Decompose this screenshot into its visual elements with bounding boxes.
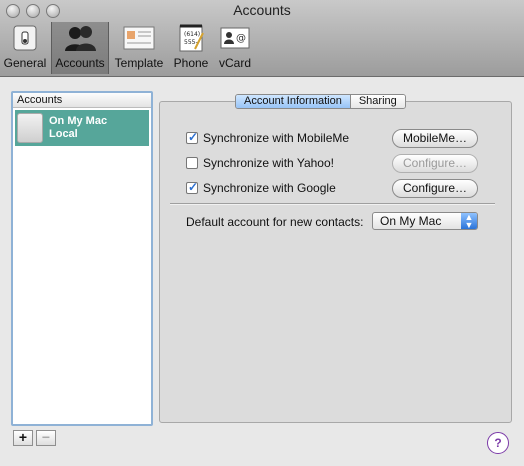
toolbar-template[interactable]: Template	[113, 22, 165, 74]
divider	[170, 203, 495, 204]
account-subtitle: Local	[49, 128, 78, 140]
add-account-button[interactable]: +	[13, 430, 33, 446]
yahoo-configure-button[interactable]: Configure…	[392, 154, 478, 173]
toolbar-general-label: General	[3, 56, 47, 70]
account-details-panel	[159, 101, 512, 423]
titlebar-toolbar: Accounts General Accounts Template (614)…	[0, 0, 524, 77]
sync-mobileme-row: Synchronize with MobileMe	[186, 130, 350, 145]
toolbar-phone-label: Phone	[173, 56, 209, 70]
sync-google-label: Synchronize with Google	[203, 181, 336, 195]
toolbar-vcard-label: vCard	[218, 56, 251, 70]
toolbar-accounts-label: Accounts	[55, 56, 105, 70]
vcard-icon: @	[218, 22, 252, 54]
default-account-label: Default account for new contacts:	[186, 215, 364, 229]
switch-icon	[8, 22, 42, 54]
default-account-popup[interactable]: On My Mac ▲ ▼	[372, 212, 478, 230]
template-icon	[122, 22, 156, 54]
toolbar-accounts[interactable]: Accounts	[51, 22, 109, 74]
phone-notepad-icon: (614) 555-	[174, 22, 208, 54]
sync-yahoo-row: Synchronize with Yahoo!	[186, 156, 334, 170]
toolbar-template-label: Template	[114, 56, 164, 70]
help-button[interactable]: ?	[487, 432, 509, 454]
sync-mobileme-checkbox[interactable]	[186, 130, 198, 144]
accounts-list-header: Accounts	[13, 93, 151, 108]
toolbar-general[interactable]: General	[3, 22, 47, 74]
accounts-preferences-window: Accounts General Accounts Template (614)…	[0, 0, 524, 466]
accounts-list[interactable]: Accounts On My Mac Local	[11, 91, 153, 426]
tab-control: Account Information Sharing	[235, 94, 406, 109]
tab-sharing[interactable]: Sharing	[350, 95, 405, 108]
sync-yahoo-label: Synchronize with Yahoo!	[203, 156, 334, 170]
mac-pro-icon	[17, 113, 43, 143]
toolbar-vcard[interactable]: @ vCard	[215, 22, 255, 74]
tab-account-information[interactable]: Account Information	[236, 95, 351, 108]
sync-yahoo-checkbox[interactable]	[186, 157, 198, 169]
mobileme-button[interactable]: MobileMe…	[392, 129, 478, 148]
toolbar-phone[interactable]: (614) 555- Phone	[171, 22, 211, 74]
people-icon	[63, 22, 97, 54]
sync-google-row: Synchronize with Google	[186, 180, 336, 195]
svg-text:@: @	[236, 33, 246, 44]
account-name: On My Mac	[49, 115, 108, 127]
sync-google-checkbox[interactable]	[186, 180, 198, 194]
default-account-value: On My Mac	[380, 214, 442, 228]
account-row-on-my-mac[interactable]: On My Mac Local	[15, 110, 149, 146]
updown-arrows-icon: ▲ ▼	[461, 213, 477, 230]
window-title: Accounts	[233, 2, 291, 18]
svg-text:555-: 555-	[184, 39, 198, 46]
google-configure-button[interactable]: Configure…	[392, 179, 478, 198]
sync-mobileme-label: Synchronize with MobileMe	[203, 131, 350, 145]
remove-account-button[interactable]: −	[36, 430, 56, 446]
svg-text:(614): (614)	[184, 31, 200, 38]
